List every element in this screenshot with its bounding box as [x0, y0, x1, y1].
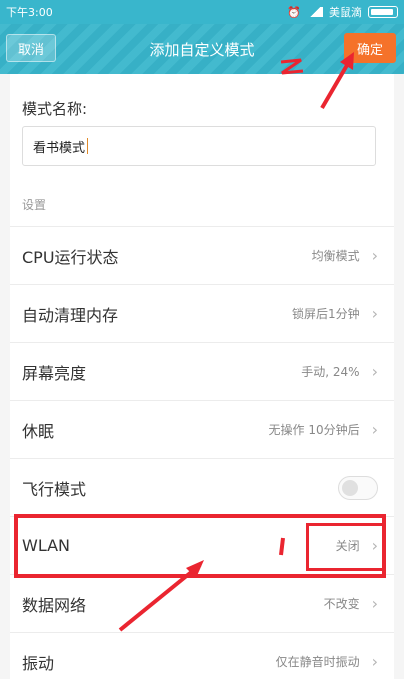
- arrow-to-confirm: [320, 58, 352, 110]
- annotation-overlay: [118, 52, 354, 632]
- arrow-to-wlan: [118, 563, 202, 632]
- handwritten-mark-2: [280, 58, 304, 75]
- handwritten-mark-1: [279, 537, 285, 556]
